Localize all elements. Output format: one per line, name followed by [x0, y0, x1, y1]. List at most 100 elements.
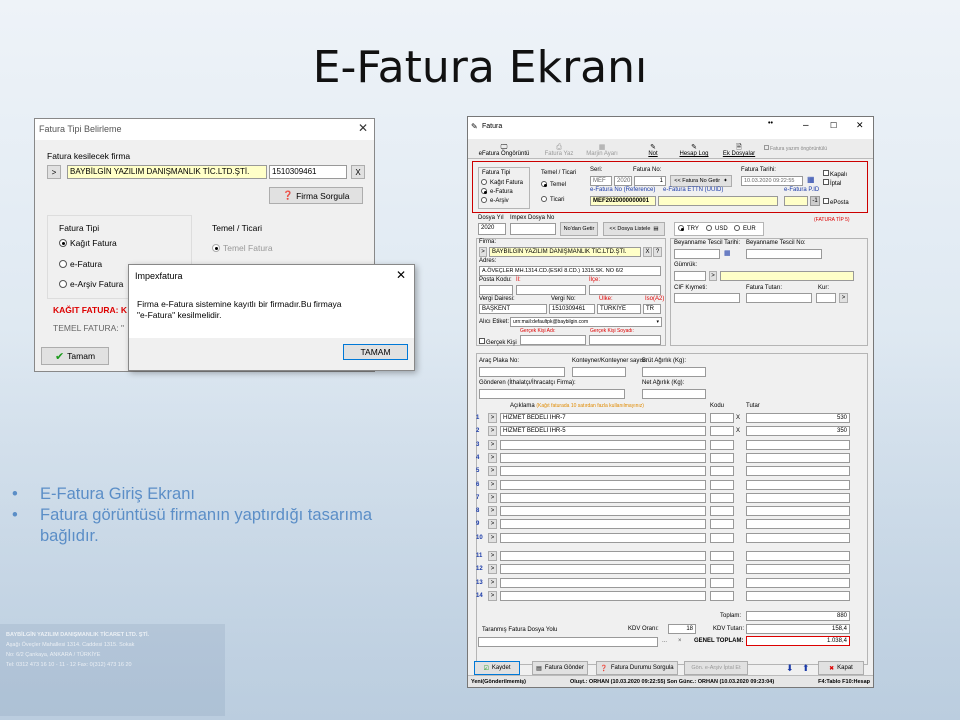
line-code-field[interactable] — [710, 413, 734, 423]
pid-field[interactable] — [784, 196, 808, 206]
gumruk-name-field[interactable] — [720, 271, 854, 281]
minimize-icon[interactable]: – — [803, 120, 809, 131]
line-amount-field[interactable] — [746, 439, 850, 450]
firma-select-button[interactable]: > — [479, 247, 487, 257]
arrow-down-icon[interactable]: ⬇ — [786, 663, 794, 674]
line-code-field[interactable] — [710, 426, 734, 437]
dosya-listele-button[interactable]: << Dosya Listele ▤ — [603, 222, 665, 236]
firma-field[interactable]: BAYBİLGİN YAZILIM DANIŞMANLIK TİC.LTD.ŞT… — [489, 247, 641, 257]
calendar-icon[interactable]: ▦ — [724, 249, 731, 257]
fatura-gonder-button[interactable]: ▤ Fatura Gönder — [532, 661, 588, 675]
net-field[interactable] — [642, 389, 706, 399]
number-field[interactable]: 1 — [634, 176, 666, 186]
line-desc-field[interactable] — [500, 452, 706, 463]
firm-select-button[interactable]: > — [47, 165, 61, 179]
line-select-button[interactable]: > — [488, 577, 497, 588]
radio-usd[interactable]: USD — [706, 225, 728, 232]
remove-icon[interactable]: X — [736, 428, 740, 434]
line-amount-field[interactable]: 350 — [746, 426, 850, 437]
fatura-tarihi-field[interactable]: 10.03.2020 09:22:55 — [741, 176, 803, 186]
line-code-field[interactable] — [710, 439, 734, 450]
line-select-button[interactable]: > — [488, 413, 497, 423]
brut-field[interactable] — [642, 367, 706, 377]
adres-field[interactable]: A.ÖVEÇLER MH.1314.CD.(ESKİ 8.CD.) 1315.S… — [479, 266, 661, 276]
clear-path-icon[interactable]: × — [678, 638, 682, 644]
line-code-field[interactable] — [710, 506, 734, 517]
line-code-field[interactable] — [710, 492, 734, 503]
pin-icon[interactable]: •• — [768, 120, 773, 127]
line-amount-field[interactable] — [746, 479, 850, 490]
help-button[interactable]: ? — [653, 247, 662, 257]
preview-checkbox[interactable]: Fatura yazım öngörüntülü — [764, 145, 827, 152]
close-icon[interactable]: ✕ — [396, 268, 406, 282]
line-desc-field[interactable] — [500, 577, 706, 588]
gercek-soyadi-field[interactable] — [589, 335, 661, 345]
iptal-checkbox[interactable]: İptal — [823, 179, 841, 187]
beyan-no-field[interactable] — [746, 249, 822, 259]
calendar-icon[interactable]: ▦ — [807, 175, 815, 184]
fat-tutar-field[interactable] — [746, 293, 812, 303]
line-code-field[interactable] — [710, 532, 734, 543]
gumruk-code-field[interactable] — [674, 271, 706, 281]
line-desc-field[interactable] — [500, 492, 706, 503]
ek-dosyalar-button[interactable]: 🗎 Ek Dosyalar — [718, 141, 760, 157]
radio-kagit[interactable]: Kağıt Fatura — [59, 238, 117, 248]
line-code-field[interactable] — [710, 452, 734, 463]
line-select-button[interactable]: > — [488, 466, 497, 477]
line-amount-field[interactable] — [746, 506, 850, 517]
line-code-field[interactable] — [710, 551, 734, 561]
hesap-log-button[interactable]: ✎ Hesap Log — [674, 141, 714, 157]
radio-efatura[interactable]: e-Fatura — [59, 259, 102, 269]
line-amount-field[interactable] — [746, 532, 850, 543]
line-select-button[interactable]: > — [488, 551, 497, 561]
line-code-field[interactable] — [710, 466, 734, 477]
firm-name-field[interactable]: BAYBİLGİN YAZILIM DANIŞMANLIK TİC.LTD.ŞT… — [67, 165, 267, 179]
gonderen-field[interactable] — [479, 389, 625, 399]
maximize-icon[interactable]: ☐ — [830, 121, 837, 130]
eposta-checkbox[interactable]: ePosta — [823, 198, 849, 206]
il-field[interactable] — [516, 285, 586, 295]
marjin-button[interactable]: ▦ Marjin Ayarı — [582, 141, 622, 157]
line-select-button[interactable]: > — [488, 506, 497, 517]
line-desc-field[interactable] — [500, 590, 706, 601]
line-select-button[interactable]: > — [488, 479, 497, 490]
radio-try[interactable]: TRY — [678, 225, 699, 232]
posta-field[interactable] — [479, 285, 513, 295]
alici-select[interactable]: urn:mail:defaultpk@baybilgin.com ▾ — [510, 317, 662, 327]
line-desc-field[interactable] — [500, 506, 706, 517]
line-select-button[interactable]: > — [488, 564, 497, 575]
seri-field[interactable]: MEF — [590, 176, 612, 186]
radio-earsiv[interactable]: e-Arşiv Fatura — [59, 279, 123, 289]
line-code-field[interactable] — [710, 564, 734, 575]
fatura-yaz-button[interactable]: ⎙ Fatura Yaz — [540, 141, 578, 157]
line-select-button[interactable]: > — [488, 439, 497, 450]
close-icon[interactable]: ✕ — [358, 121, 368, 135]
kaydet-button[interactable]: ☑ Kaydet — [474, 661, 520, 675]
arrow-up-icon[interactable]: ⬆ — [802, 663, 810, 674]
line-desc-field[interactable]: HİZMET BEDELİ İHR-7 — [500, 413, 706, 423]
tax-no-field[interactable]: 1510309461 — [269, 165, 347, 179]
line-amount-field[interactable] — [746, 564, 850, 575]
ettn-field[interactable] — [658, 196, 778, 206]
kur-button[interactable]: > — [839, 293, 848, 303]
earsiv-iptal-button[interactable]: Gön. e-Arşiv İptal Et — [684, 661, 748, 675]
ref-no-field[interactable]: MEF2020000000001 — [590, 196, 656, 206]
clear-firm-button[interactable]: X — [351, 165, 365, 179]
firma-sorgula-button[interactable]: ❓ Firma Sorgula — [269, 187, 363, 204]
line-desc-field[interactable]: HİZMET BEDELİ İHR-5 — [500, 426, 706, 437]
line-amount-field[interactable] — [746, 452, 850, 463]
line-amount-field[interactable] — [746, 551, 850, 561]
line-desc-field[interactable] — [500, 479, 706, 490]
tamam-button[interactable]: ✔ Tamam — [41, 347, 109, 365]
clear-firma-button[interactable]: X — [643, 247, 652, 257]
gercek-kisi-checkbox[interactable]: Gerçek Kişi — [479, 338, 517, 346]
iso-field[interactable]: TR — [643, 304, 661, 314]
vd-field[interactable]: BAŞKENT — [479, 304, 547, 314]
radio-eur[interactable]: EUR — [734, 225, 756, 232]
gumruk-select-button[interactable]: > — [709, 271, 717, 281]
durum-sorgula-button[interactable]: ❓ Fatura Durumu Sorgula — [596, 661, 678, 675]
line-code-field[interactable] — [710, 519, 734, 530]
line-amount-field[interactable] — [746, 466, 850, 477]
line-select-button[interactable]: > — [488, 452, 497, 463]
radio-ticari[interactable]: Ticari — [541, 196, 564, 203]
